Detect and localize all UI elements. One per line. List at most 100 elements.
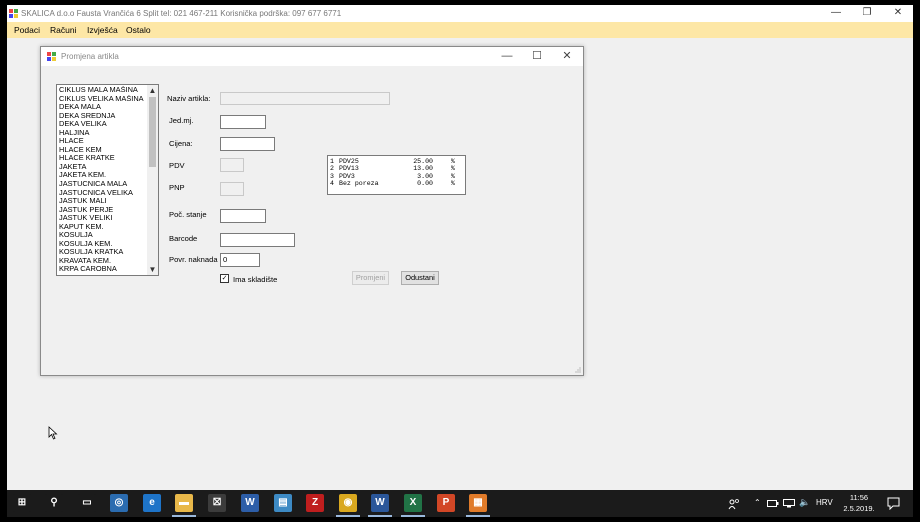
article-listbox[interactable]: CIKLUS MALA MAŠINA CIKLUS VELIKA MAŠINA DE… (56, 84, 159, 276)
article-list-item[interactable]: KRAVATA KEM. (59, 257, 147, 266)
article-list-item[interactable]: DEKA MALA (59, 103, 147, 112)
article-list-item[interactable]: KOSULJA KEM. (59, 240, 147, 249)
pdv-field[interactable] (220, 158, 244, 172)
article-list-item[interactable]: JAKETA KEM. (59, 171, 147, 180)
store-icon[interactable]: ⛝ (208, 494, 226, 512)
article-list-item[interactable]: HLACE KRATKE (59, 154, 147, 163)
jedmj-label: Jed.mj. (169, 116, 194, 125)
edge-icon[interactable]: e (143, 494, 161, 512)
article-list-item[interactable]: KRPA CAROBNA (59, 265, 147, 274)
menu-racuni[interactable]: Računi (50, 25, 76, 35)
article-list-item[interactable]: JASTUK PERJE (59, 206, 147, 215)
minimize-button[interactable]: — (821, 5, 851, 22)
vat-id: 1 (330, 158, 334, 165)
menu-izvjesca[interactable]: Izvješća (87, 25, 118, 35)
search-icon[interactable]: ⚲ (45, 494, 63, 512)
language-indicator[interactable]: HRV (816, 498, 833, 507)
pnp-label: PNP (169, 183, 185, 192)
article-list-item[interactable]: JASTUK MALI (59, 197, 147, 206)
scroll-thumb[interactable] (149, 97, 156, 167)
vat-rate: 3.00 (417, 172, 433, 180)
dialog-close-button[interactable]: ✕ (552, 47, 582, 66)
vat-name: PDV13 (339, 165, 359, 173)
listbox-scrollbar[interactable]: ▲ ▼ (147, 85, 158, 275)
vat-rate: 0.00 (417, 179, 433, 187)
vat-id: 4 (330, 179, 334, 187)
wordpad-icon[interactable]: W (241, 494, 259, 512)
vat-unit: % (451, 172, 455, 180)
notifications-icon[interactable] (887, 497, 900, 510)
battery-icon[interactable] (767, 499, 779, 508)
barcode-field[interactable] (220, 233, 295, 247)
maximize-button[interactable]: ❐ (852, 5, 882, 22)
mouse-cursor-icon (48, 426, 58, 440)
dialog-maximize-button[interactable]: ☐ (522, 47, 552, 66)
running-indicator (368, 515, 392, 517)
excel-icon[interactable]: X (404, 494, 422, 512)
menu-bar: Podaci Računi Izvješća Ostalo (7, 22, 913, 38)
powerpoint-icon[interactable]: P (437, 494, 455, 512)
cancel-button[interactable]: Odustani (401, 271, 439, 285)
article-list-item[interactable]: JAKETA (59, 163, 147, 172)
scroll-up-icon[interactable]: ▲ (147, 85, 158, 96)
menu-ostalo[interactable]: Ostalo (126, 25, 151, 35)
file-explorer-icon[interactable]: ▬ (175, 494, 193, 512)
vat-list-item[interactable]: 3 PDV3 3.00% (330, 173, 463, 180)
start-icon[interactable]: ⊞ (13, 494, 31, 512)
notepad-icon[interactable]: ▤ (274, 494, 292, 512)
main-titlebar: SKALICA d.o.o Fausta Vrančića 6 Split te… (7, 5, 913, 22)
vat-id: 3 (330, 172, 334, 180)
running-indicator (336, 515, 360, 517)
article-list-item[interactable]: JASTUCNICA MALA (59, 180, 147, 189)
vat-list-item[interactable]: 4 Bez poreza 0.00% (330, 180, 463, 187)
cijena-field[interactable] (220, 137, 275, 151)
vat-rate: 13.00 (413, 165, 433, 173)
dialog-minimize-button[interactable]: — (492, 47, 522, 66)
article-list-item[interactable]: JASTUCNICA VELIKA (59, 189, 147, 198)
naziv-label: Naziv artikla: (167, 94, 211, 103)
article-list-item[interactable]: KAPUT KEM. (59, 223, 147, 232)
article-list-item[interactable]: HLACE KEM (59, 146, 147, 155)
article-list-item[interactable]: HALJINA (59, 129, 147, 138)
article-list-item[interactable]: KOSULJA (59, 231, 147, 240)
vat-list-item[interactable]: 2 PDV13 13.00% (330, 165, 463, 172)
menu-podaci[interactable]: Podaci (14, 25, 40, 35)
task-view-icon[interactable]: ▭ (78, 494, 96, 512)
word-icon[interactable]: W (371, 494, 389, 512)
close-button[interactable]: ✕ (883, 5, 913, 22)
article-list-item[interactable]: CIKLUS VELIKA MAŠINA (59, 95, 147, 104)
vat-listbox[interactable]: 1 PDV25 25.00% 2 PDV13 13.00% 3 PDV3 3.00% 4 Bez p… (327, 155, 466, 195)
tray-chevron-up-icon[interactable]: ⌃ (754, 498, 761, 507)
article-list-item[interactable]: JASTUK VELIKI (59, 214, 147, 223)
vat-unit: % (451, 158, 455, 165)
dialog-title: Promjena artikla (61, 52, 119, 61)
article-list-item[interactable]: CIKLUS MALA MAŠINA (59, 86, 147, 95)
scroll-down-icon[interactable]: ▼ (147, 264, 158, 275)
ima-skladiste-checkbox[interactable]: ✓ (220, 274, 229, 283)
jedmj-field[interactable] (220, 115, 266, 129)
volume-icon[interactable]: 🔈 (799, 497, 810, 508)
chrome-icon[interactable]: ◉ (339, 494, 357, 512)
poc-stanje-label: Poč. stanje (169, 210, 207, 219)
save-button[interactable]: Promjeni (352, 271, 389, 285)
app-running-icon[interactable]: ▦ (469, 494, 487, 512)
network-icon[interactable] (783, 499, 795, 508)
running-indicator (466, 515, 490, 517)
people-icon[interactable] (728, 498, 740, 510)
article-list-item[interactable]: DEKA SREDNJA (59, 112, 147, 121)
vat-name: PDV25 (339, 158, 359, 165)
poc-stanje-field[interactable] (220, 209, 266, 223)
clock-date: 2.5.2019. (843, 504, 875, 513)
teamviewer-icon[interactable]: ◎ (110, 494, 128, 512)
vat-unit: % (451, 165, 455, 173)
resize-grip-icon[interactable] (575, 367, 581, 373)
povr-naknada-field[interactable]: 0 (220, 253, 260, 267)
article-list-item[interactable]: DEKA VELIKA (59, 120, 147, 129)
article-list-item[interactable]: KOSULJA KRATKA (59, 248, 147, 257)
clock[interactable]: 11:56 2.5.2019. (841, 492, 877, 514)
pnp-field[interactable] (220, 182, 244, 196)
article-list-item[interactable]: HLACE (59, 137, 147, 146)
naziv-field[interactable] (220, 92, 390, 105)
filezilla-icon[interactable]: Z (306, 494, 324, 512)
vat-list-item[interactable]: 1 PDV25 25.00% (330, 158, 463, 165)
